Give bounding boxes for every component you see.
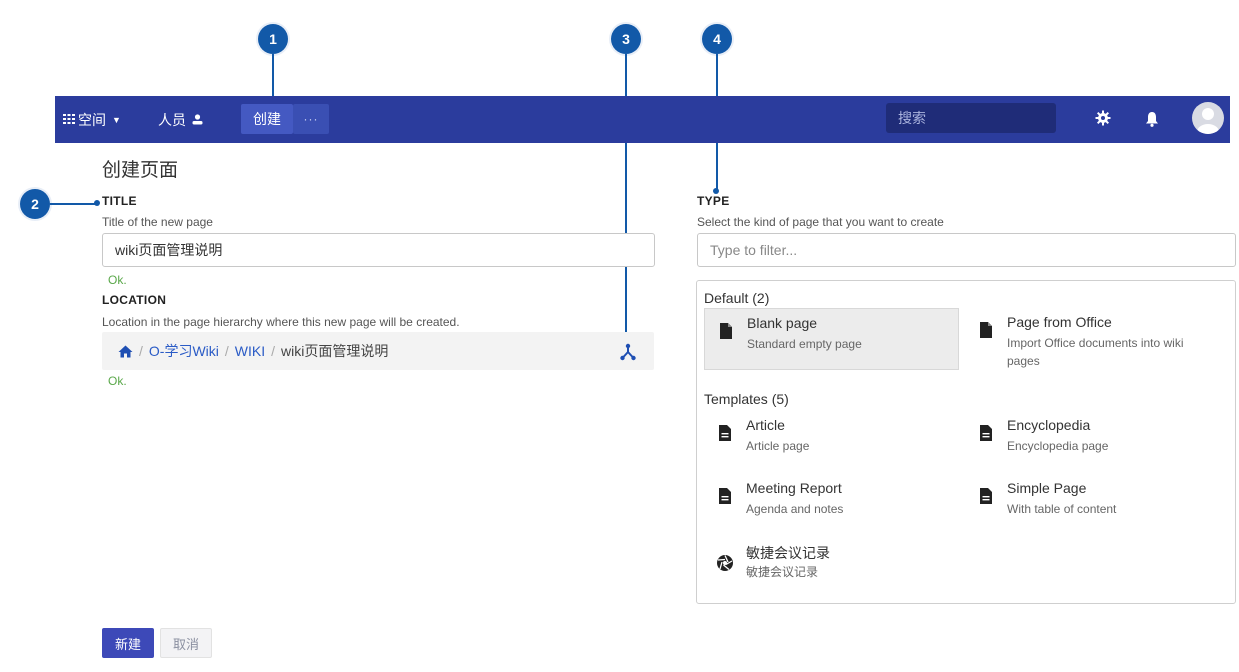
document-icon	[979, 487, 993, 505]
grid-icon	[63, 113, 75, 127]
template-desc: Article page	[746, 439, 810, 453]
breadcrumb-item-current: wiki页面管理说明	[281, 343, 389, 359]
template-blank-page[interactable]: Blank page Standard empty page	[704, 308, 959, 370]
callout-2-line	[50, 203, 96, 205]
breadcrumb-separator: /	[271, 343, 276, 359]
file-icon	[979, 321, 993, 339]
template-agile-meeting[interactable]: 敏捷会议记录 敏捷会议记录	[704, 537, 959, 599]
document-icon	[718, 487, 732, 505]
template-page-from-office[interactable]: Page from Office Import Office documents…	[965, 308, 1220, 370]
template-name: Page from Office	[1007, 314, 1112, 330]
document-icon	[718, 424, 732, 442]
template-name: 敏捷会议记录	[746, 545, 830, 561]
template-desc: Standard empty page	[747, 337, 862, 351]
type-filter-input[interactable]: Type to filter...	[697, 233, 1236, 267]
cancel-button[interactable]: 取消	[160, 628, 212, 658]
tree-icon[interactable]	[620, 343, 636, 364]
spaces-label: 空间	[78, 111, 106, 128]
breadcrumb-item-parent[interactable]: WIKI	[235, 343, 265, 359]
title-input[interactable]: wiki页面管理说明	[102, 233, 655, 267]
location-description: Location in the page hierarchy where thi…	[102, 315, 460, 329]
people-menu[interactable]: 人员	[158, 96, 203, 143]
template-simple-page[interactable]: Simple Page With table of content	[965, 474, 1220, 536]
template-name: Article	[746, 417, 785, 433]
file-icon	[719, 322, 733, 340]
user-icon	[192, 112, 203, 128]
create-button[interactable]: 创建	[241, 104, 293, 134]
template-name: Simple Page	[1007, 480, 1087, 496]
search-input[interactable]: 搜索	[886, 103, 1056, 133]
type-description: Select the kind of page that you want to…	[697, 215, 944, 229]
title-status: Ok.	[108, 273, 127, 287]
document-icon	[979, 424, 993, 442]
callout-1: 1	[258, 24, 288, 54]
bell-icon[interactable]	[1145, 111, 1159, 132]
page-title: 创建页面	[102, 160, 179, 181]
template-desc: Import Office documents into wiki pages	[1007, 336, 1184, 368]
callout-2-dot	[94, 200, 100, 206]
title-description: Title of the new page	[102, 215, 213, 229]
top-navbar: 空间 ▼ 人员 创建 ··· 搜索	[55, 96, 1230, 143]
callout-2: 2	[20, 189, 50, 219]
people-label: 人员	[158, 111, 186, 128]
template-meeting-report[interactable]: Meeting Report Agenda and notes	[704, 474, 959, 536]
breadcrumb-item-space[interactable]: O-学习Wiki	[149, 341, 219, 361]
callout-3: 3	[611, 24, 641, 54]
submit-create-button[interactable]: 新建	[102, 628, 154, 658]
template-list: Default (2) Blank page Standard empty pa…	[696, 280, 1236, 604]
template-desc: Agenda and notes	[746, 502, 844, 516]
aperture-icon	[716, 554, 734, 572]
location-label: LOCATION	[102, 293, 167, 307]
callout-4: 4	[702, 24, 732, 54]
template-article[interactable]: Article Article page	[704, 411, 959, 473]
template-name: Meeting Report	[746, 480, 842, 496]
home-icon[interactable]	[118, 345, 133, 358]
location-status: Ok.	[108, 374, 127, 388]
template-desc: 敏捷会议记录	[746, 565, 819, 579]
templates-group-title: Templates (5)	[704, 391, 789, 407]
template-desc: Encyclopedia page	[1007, 439, 1109, 453]
type-label: TYPE	[697, 194, 730, 208]
gear-icon[interactable]	[1095, 110, 1111, 131]
caret-down-icon: ▼	[112, 114, 121, 125]
template-desc: With table of content	[1007, 502, 1117, 516]
breadcrumb-separator: /	[139, 343, 143, 359]
spaces-menu[interactable]: 空间 ▼	[63, 96, 121, 143]
location-breadcrumb: / O-学习Wiki / WIKI / wiki页面管理说明	[102, 332, 654, 370]
template-encyclopedia[interactable]: Encyclopedia Encyclopedia page	[965, 411, 1220, 473]
avatar[interactable]	[1192, 102, 1224, 134]
default-group-title: Default (2)	[704, 290, 770, 306]
template-name: Blank page	[747, 315, 818, 331]
title-label: TITLE	[102, 194, 137, 208]
more-button[interactable]: ···	[293, 104, 329, 134]
template-name: Encyclopedia	[1007, 417, 1091, 433]
breadcrumb-separator: /	[224, 343, 229, 359]
